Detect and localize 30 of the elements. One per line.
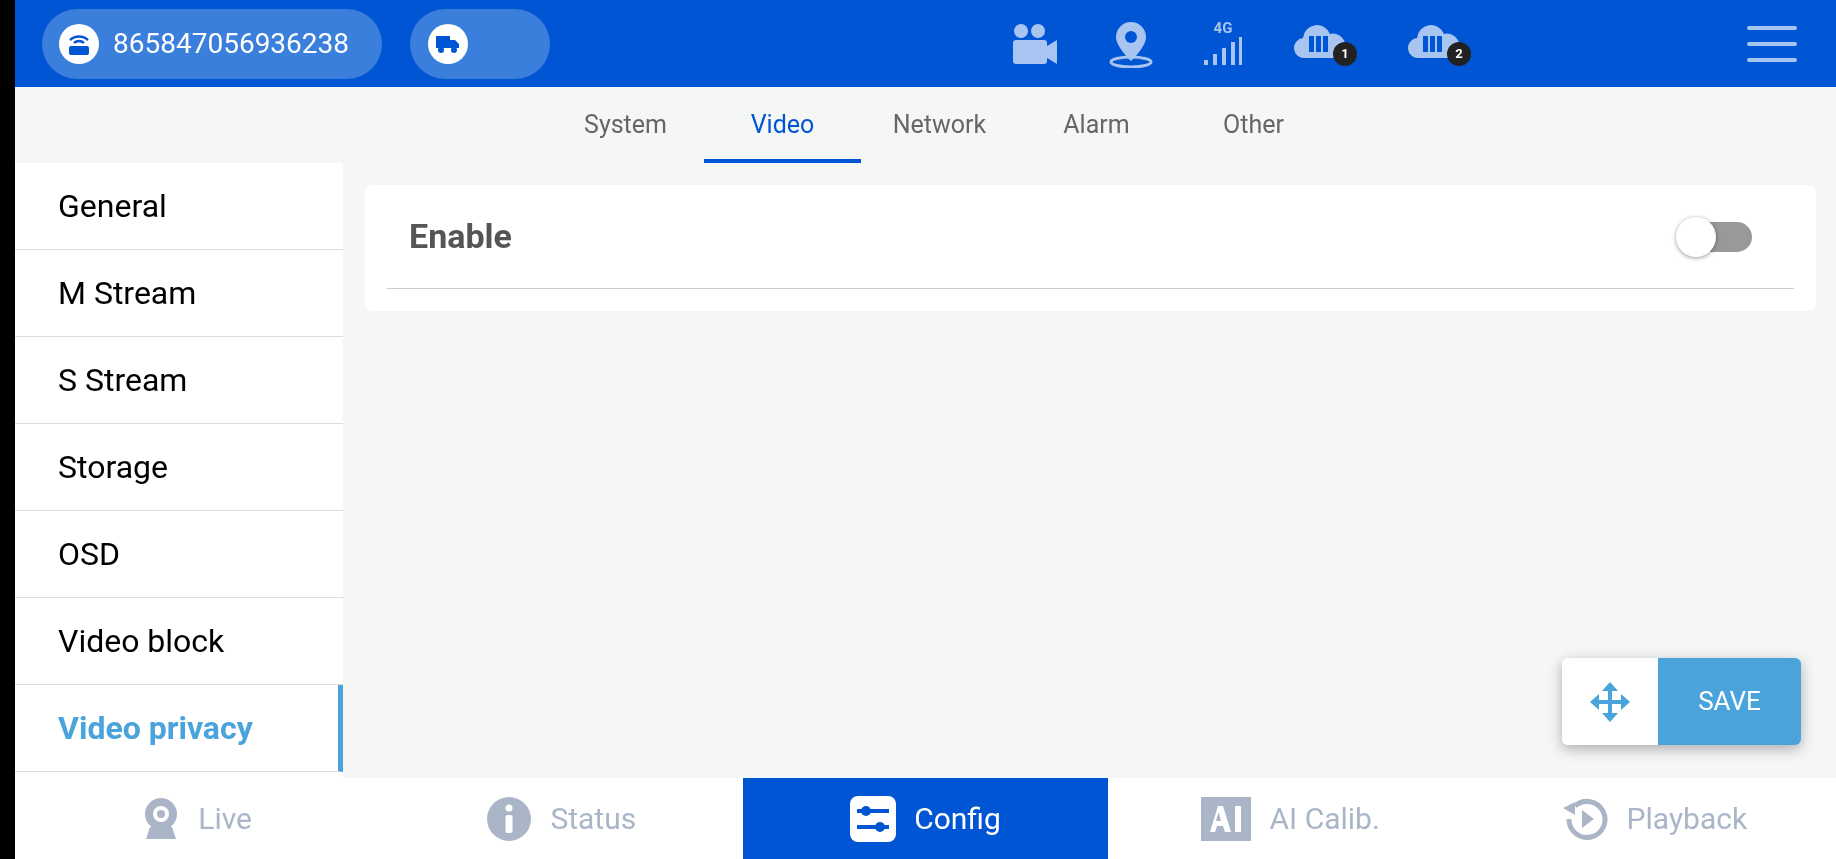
- setting-label: Enable: [409, 215, 512, 258]
- sidebar-item[interactable]: Video block: [15, 598, 343, 685]
- sidebar-item[interactable]: M Stream: [15, 250, 343, 337]
- truck-icon: [435, 33, 461, 54]
- ai-chip-icon: [1199, 795, 1252, 842]
- sidebar-item[interactable]: General: [15, 163, 343, 250]
- sidebar-item[interactable]: OSD: [15, 511, 343, 598]
- server-badge: 2: [1447, 41, 1471, 66]
- sidebar-item[interactable]: Video privacy: [15, 685, 343, 772]
- signal-strength-icon: [1203, 36, 1243, 66]
- menu-icon[interactable]: [1747, 23, 1797, 64]
- network-type-label: 4G: [1213, 21, 1233, 36]
- sidebar-item[interactable]: S Stream: [15, 337, 343, 424]
- tab[interactable]: System: [547, 87, 704, 163]
- save-button[interactable]: SAVE: [1658, 658, 1801, 745]
- location-pin-icon: [1109, 19, 1153, 68]
- sliders-icon: [850, 795, 897, 842]
- info-icon: [486, 795, 533, 842]
- device-id-pill[interactable]: 865847056936238: [42, 8, 382, 79]
- move-handle[interactable]: [1562, 658, 1658, 745]
- nav-tab[interactable]: Config: [743, 778, 1108, 859]
- server-badge: 1: [1333, 41, 1357, 66]
- tab[interactable]: Other: [1175, 87, 1332, 163]
- tab[interactable]: Video: [704, 87, 861, 163]
- device-id: 865847056936238: [113, 25, 350, 62]
- toggle-switch[interactable]: [1676, 216, 1752, 257]
- video-camera-icon: [1011, 21, 1059, 66]
- tab[interactable]: Network: [861, 87, 1018, 163]
- tab[interactable]: Alarm: [1018, 87, 1175, 163]
- sidebar-item[interactable]: Storage: [15, 424, 343, 511]
